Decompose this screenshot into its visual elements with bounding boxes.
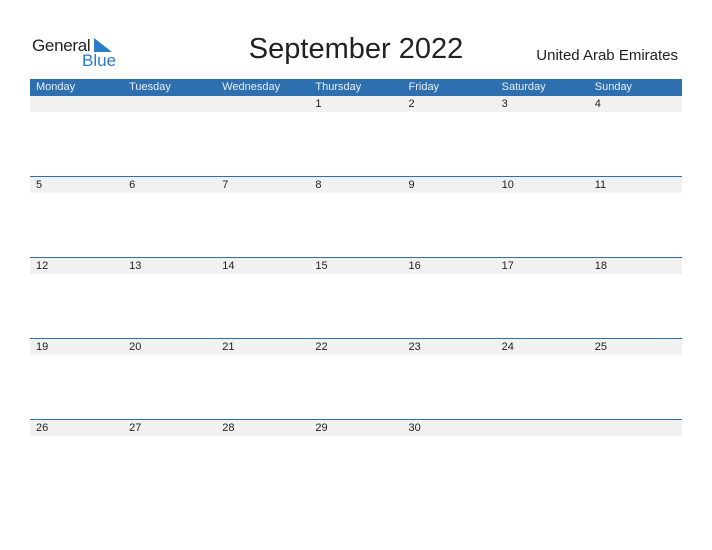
day-cell[interactable]: 25	[589, 339, 682, 355]
day-cell[interactable]: 13	[123, 258, 216, 274]
day-cell[interactable]: 24	[496, 339, 589, 355]
day-cell[interactable]: 27	[123, 420, 216, 436]
weekday-label: Tuesday	[129, 81, 171, 93]
day-cell[interactable]: 26	[30, 420, 123, 436]
day-cell[interactable]: 4	[589, 96, 682, 112]
weekday-label: Friday	[408, 81, 440, 93]
day-cell[interactable]: 9	[403, 177, 496, 193]
day-cell[interactable]	[589, 420, 682, 436]
day-cell[interactable]: 1	[309, 96, 402, 112]
weekday-label: Saturday	[501, 81, 546, 93]
day-cell[interactable]: 14	[216, 258, 309, 274]
day-cell[interactable]: 20	[123, 339, 216, 355]
weekday-label: Wednesday	[222, 81, 281, 93]
day-cell[interactable]: 18	[589, 258, 682, 274]
day-cell[interactable]: 21	[216, 339, 309, 355]
week-row: 12 13 14 15 16 17 18	[30, 257, 682, 274]
country-label: United Arab Emirates	[536, 47, 678, 64]
day-cell[interactable]: 8	[309, 177, 402, 193]
day-cell[interactable]: 7	[216, 177, 309, 193]
date-bar: 26 27 28 29 30	[30, 420, 682, 436]
day-cell[interactable]: 11	[589, 177, 682, 193]
week-row: 5 6 7 8 9 10 11	[30, 176, 682, 193]
day-cell[interactable]: 23	[403, 339, 496, 355]
day-cell[interactable]: 28	[216, 420, 309, 436]
week-row: 19 20 21 22 23 24 25	[30, 338, 682, 355]
day-cell[interactable]	[216, 96, 309, 112]
day-cell[interactable]: 22	[309, 339, 402, 355]
day-cell[interactable]: 15	[309, 258, 402, 274]
day-cell[interactable]	[123, 96, 216, 112]
day-cell[interactable]: 30	[403, 420, 496, 436]
day-cell[interactable]: 12	[30, 258, 123, 274]
date-bar: 5 6 7 8 9 10 11	[30, 177, 682, 193]
date-bar: 1234	[30, 96, 682, 112]
day-cell[interactable]: 16	[403, 258, 496, 274]
weekday-label: Thursday	[315, 81, 362, 93]
date-bar: 19 20 21 22 23 24 25	[30, 339, 682, 355]
day-cell[interactable]: 10	[496, 177, 589, 193]
week-row: 26 27 28 29 30	[30, 419, 682, 436]
day-cell[interactable]	[30, 96, 123, 112]
weekday-header: Monday Tuesday Wednesday Thursday Friday…	[30, 79, 682, 96]
day-cell[interactable]: 6	[123, 177, 216, 193]
weekday-label: Monday	[36, 81, 76, 93]
day-cell[interactable]: 19	[30, 339, 123, 355]
weekday-label: Sunday	[594, 81, 633, 93]
day-cell[interactable]	[496, 420, 589, 436]
calendar-grid: Monday Tuesday Wednesday Thursday Friday…	[30, 79, 682, 436]
day-cell[interactable]: 3	[496, 96, 589, 112]
day-cell[interactable]: 29	[309, 420, 402, 436]
day-cell[interactable]: 17	[496, 258, 589, 274]
date-bar: 12 13 14 15 16 17 18	[30, 258, 682, 274]
day-cell[interactable]: 2	[403, 96, 496, 112]
week-row: 1234	[30, 96, 682, 112]
day-cell[interactable]: 5	[30, 177, 123, 193]
